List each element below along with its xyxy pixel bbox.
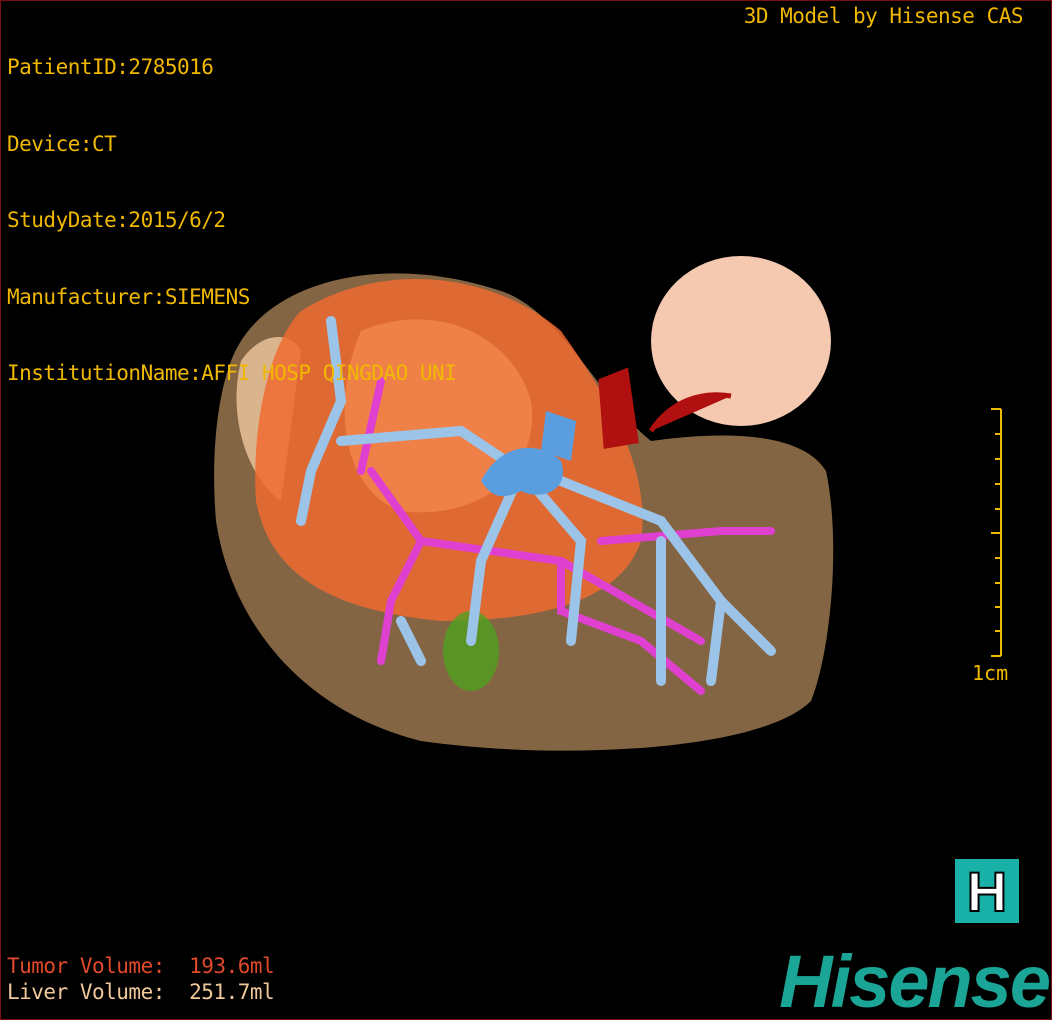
- hisense-logo: Hisense: [779, 940, 1051, 1020]
- viewer-3d[interactable]: PatientID:2785016 Device:CT StudyDate:20…: [0, 0, 1052, 1020]
- hisense-h-icon: H: [955, 859, 1019, 924]
- manufacturer: Manufacturer:SIEMENS: [7, 284, 250, 309]
- tumor-volume: Tumor Volume: 193.6ml: [7, 954, 275, 978]
- kidney: [651, 256, 831, 426]
- study-date: StudyDate:2015/6/2: [7, 208, 226, 232]
- device: Device:CT: [7, 131, 117, 156]
- model-credit: 3D Model by Hisense CAS: [743, 4, 1024, 28]
- scale-bar: [991, 408, 1002, 657]
- liver-volume: Liver Volume: 251.7ml: [7, 980, 275, 1004]
- institution-name: InstitutionName:AFFI HOSP QINGDAO UNI: [7, 361, 457, 385]
- patient-info-overlay: PatientID:2785016 Device:CT StudyDate:20…: [7, 4, 457, 438]
- scale-bar-label: 1cm: [972, 661, 1009, 685]
- patient-id: PatientID:2785016: [7, 55, 214, 79]
